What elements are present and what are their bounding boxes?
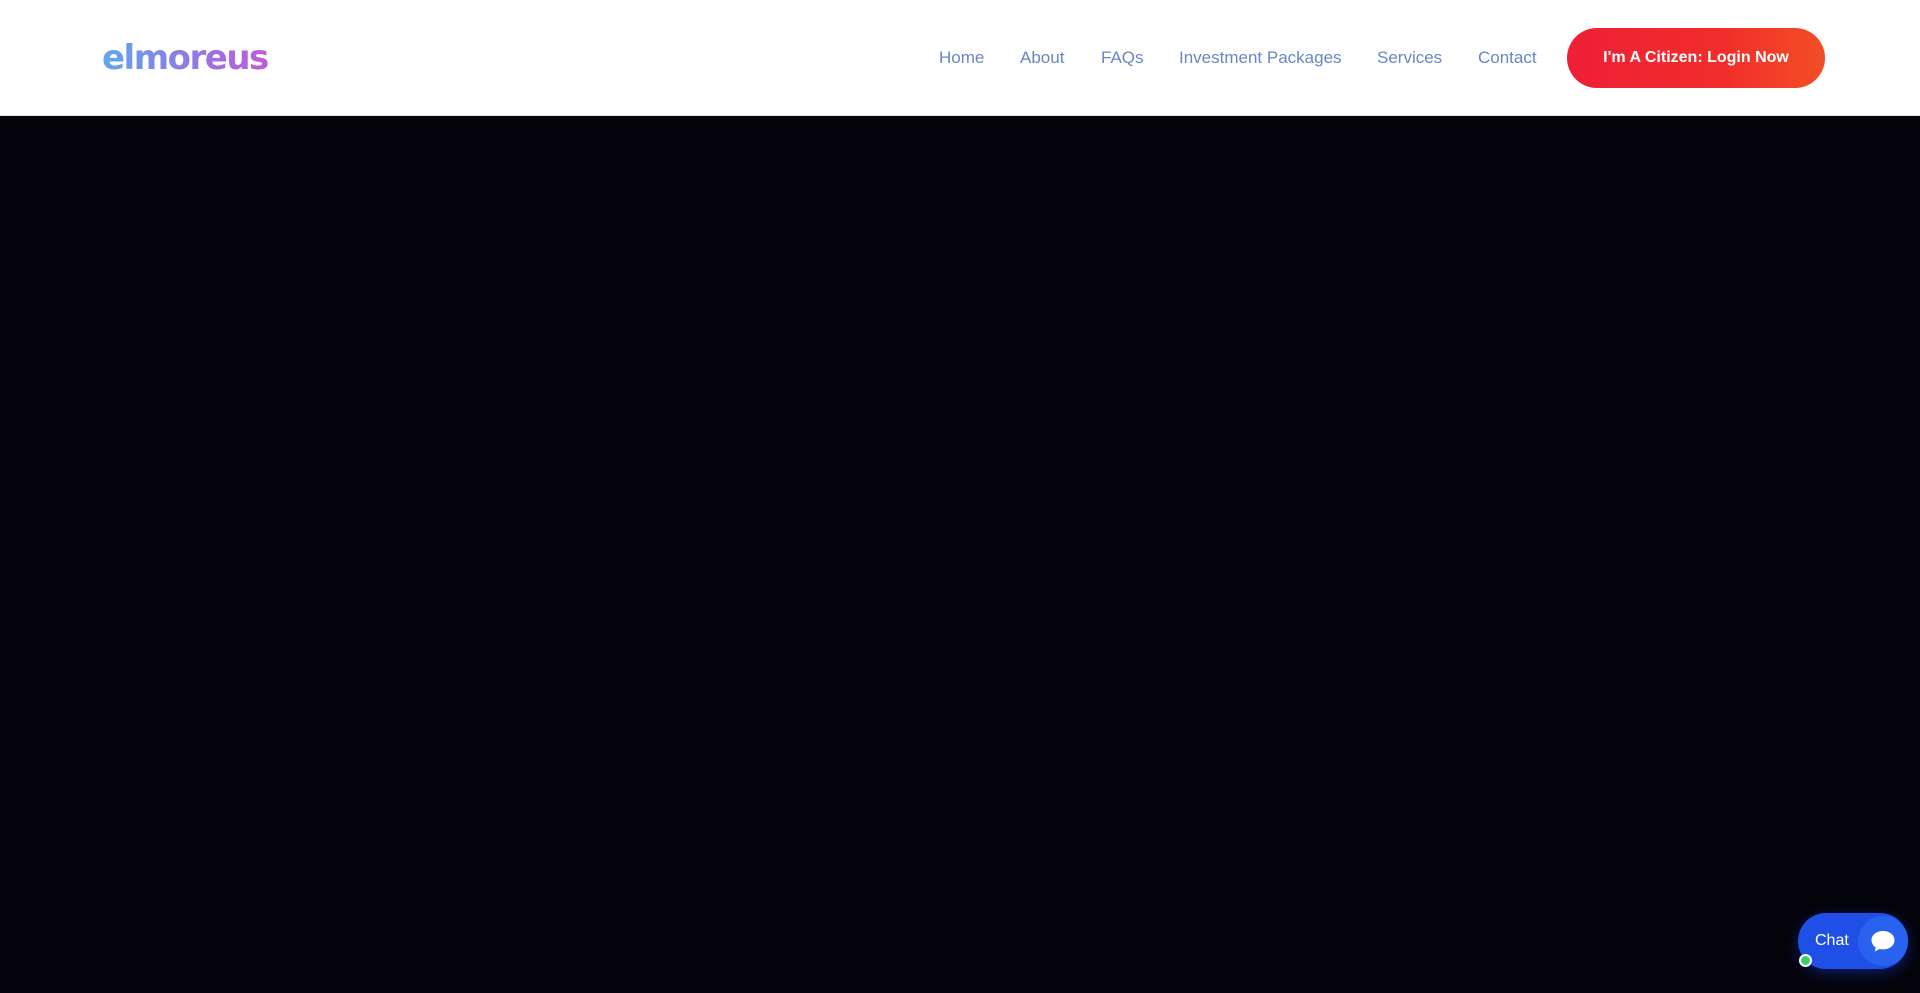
online-status-dot	[1799, 954, 1812, 967]
nav-investment-packages[interactable]: Investment Packages	[1179, 47, 1342, 69]
site-logo[interactable]: elmoreus	[102, 34, 269, 82]
nav-services[interactable]: Services	[1377, 47, 1442, 69]
nav-home[interactable]: Home	[939, 47, 984, 69]
nav-about[interactable]: About	[1020, 47, 1064, 69]
citizen-login-button[interactable]: I'm A Citizen: Login Now	[1567, 28, 1825, 88]
logo-wordmark: elmoreus	[102, 34, 269, 82]
nav-faqs[interactable]: FAQs	[1101, 47, 1144, 69]
site-header: elmoreus Home About FAQs Investment Pack…	[0, 0, 1920, 116]
chat-label: Chat	[1815, 932, 1849, 949]
hero-section	[0, 116, 1920, 993]
chat-bubble-icon	[1858, 916, 1908, 966]
nav-contact[interactable]: Contact	[1478, 47, 1537, 69]
chat-widget-button[interactable]: Chat	[1798, 913, 1908, 969]
